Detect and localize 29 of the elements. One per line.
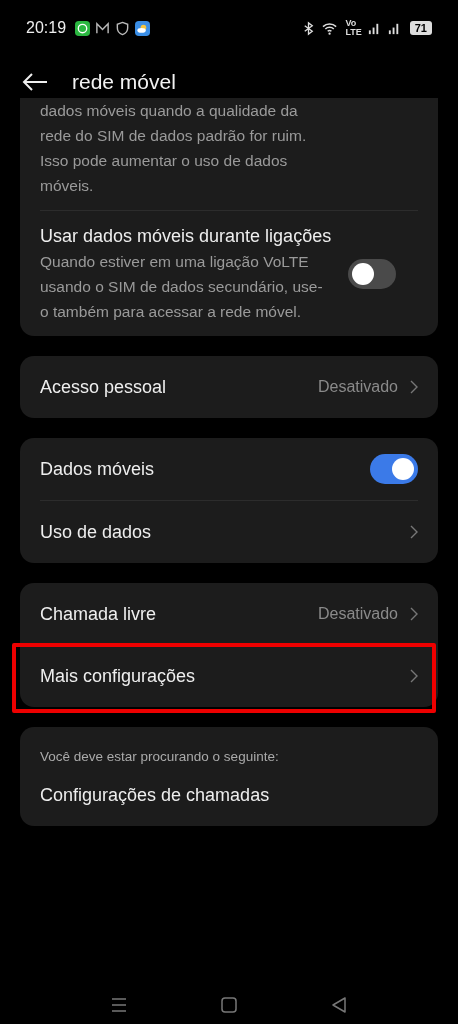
volte-label: Vo LTE	[345, 19, 362, 37]
chevron-right-icon	[410, 525, 418, 539]
home-icon[interactable]	[220, 996, 238, 1014]
toggle-switch[interactable]	[370, 454, 418, 484]
battery-level: 71	[409, 21, 432, 35]
shield-icon	[115, 20, 131, 36]
mail-icon	[95, 20, 111, 36]
status-time: 20:19	[26, 19, 67, 37]
setting-label: Configurações de chamadas	[40, 784, 271, 807]
chevron-right-icon	[410, 607, 418, 621]
page-title: rede móvel	[72, 70, 176, 94]
menu-icon[interactable]	[110, 996, 128, 1014]
setting-value: Desativado	[317, 378, 398, 396]
chat-app-icon	[75, 20, 91, 36]
setting-description: dados móveis quando a qualidade da rede do SIM de dados padrão for ruim. Isso pode aumentar o uso de dados móveis.	[40, 101, 308, 196]
setting-label: Usar dados móveis durante ligações	[40, 225, 333, 248]
setting-label: Chamada livre	[40, 603, 158, 626]
chevron-right-icon	[410, 380, 418, 394]
setting-label: Mais configurações	[40, 665, 197, 688]
setting-label: Dados móveis	[40, 458, 156, 481]
weather-icon	[135, 20, 151, 36]
back-icon[interactable]	[22, 72, 48, 92]
setting-label: Acesso pessoal	[40, 376, 168, 399]
setting-label: Uso de dados	[40, 521, 153, 544]
setting-value: Desativado	[317, 605, 398, 623]
hint-text: Você deve estar procurando o seguinte:	[40, 748, 280, 764]
setting-description: Quando estiver em uma ligação VoLTE usando o SIM de dados secundário, use-o também para acessar a rede móvel.	[40, 252, 324, 322]
toggle-switch[interactable]	[348, 258, 396, 289]
chevron-right-icon	[410, 669, 418, 683]
